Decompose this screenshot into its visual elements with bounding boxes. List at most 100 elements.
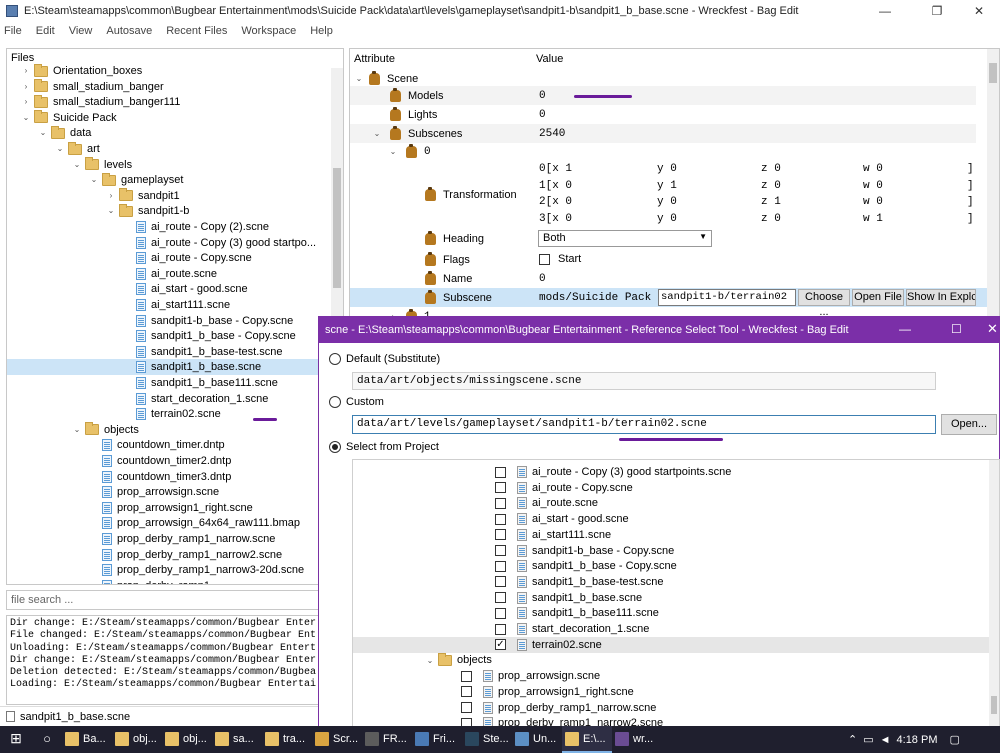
scroll-thumb[interactable] <box>989 63 997 83</box>
tree-file-item[interactable]: countdown_timer3.dntp <box>89 469 231 485</box>
tree-folder-item[interactable]: ⌄ art <box>55 141 100 157</box>
custom-radio[interactable] <box>329 396 341 408</box>
tree-folder-item[interactable]: › small_stadium_banger111 <box>21 94 180 110</box>
tree-folder-item[interactable]: ⌄ levels <box>72 157 132 173</box>
subscene-path-input[interactable]: sandpit1-b/terrain02 <box>658 289 796 306</box>
custom-option[interactable]: Custom <box>329 396 384 408</box>
tree-folder-item[interactable]: ⌄ Suicide Pack <box>21 110 117 126</box>
menu-file[interactable]: File <box>4 25 22 37</box>
project-radio[interactable] <box>329 441 341 453</box>
choose-button[interactable]: Choose ... <box>798 289 850 317</box>
tree-file-item[interactable]: prop_arrowsign.scne <box>89 484 219 500</box>
minimize-icon[interactable]: — <box>899 322 911 336</box>
file-checkbox[interactable]: ✓ <box>495 639 506 651</box>
project-file-item[interactable]: prop_arrowsign.scne <box>353 668 600 684</box>
flags-row[interactable]: Flags <box>350 250 976 269</box>
file-checkbox[interactable] <box>495 497 506 509</box>
models-row[interactable]: Models 0 <box>350 86 976 105</box>
taskbar-app-button[interactable]: FR... <box>362 726 412 753</box>
file-checkbox[interactable] <box>495 513 506 525</box>
tree-file-item[interactable]: prop_arrowsign_64x64_raw111.bmap <box>89 515 300 531</box>
tree-file-item[interactable]: prop_arrowsign1_right.scne <box>89 500 253 516</box>
tree-file-item[interactable]: ai_start111.scne <box>123 297 230 313</box>
tree-file-item[interactable]: prop_derby_ramp1_... <box>89 578 225 584</box>
start-button[interactable]: ⊞ <box>0 726 32 753</box>
tree-file-item[interactable]: sandpit1-b_base - Copy.scne <box>123 313 293 329</box>
chevron-down-icon[interactable]: ⌄ <box>72 157 82 173</box>
file-checkbox[interactable] <box>495 560 506 572</box>
chevron-down-icon[interactable]: ⌄ <box>372 129 382 138</box>
name-row[interactable]: Name 0 <box>350 269 976 288</box>
subscene-0-row[interactable]: ⌄ 0 <box>350 142 976 161</box>
menu-autosave[interactable]: Autosave <box>106 25 152 37</box>
project-scrollbar[interactable] <box>989 460 999 728</box>
project-file-item[interactable]: sandpit1_b_base.scne <box>353 590 991 606</box>
file-checkbox[interactable] <box>495 607 506 619</box>
taskbar-app-button[interactable]: Ba... <box>62 726 112 753</box>
maximize-button[interactable]: ❐ <box>914 0 960 22</box>
tree-file-item[interactable]: ai_start - good.scne <box>123 281 248 297</box>
tree-file-item[interactable]: sandpit1_b_base-test.scne <box>123 344 282 360</box>
menu-workspace[interactable]: Workspace <box>241 25 296 37</box>
chevron-down-icon[interactable]: ⌄ <box>425 656 435 665</box>
project-file-item[interactable]: ai_start111.scne <box>353 527 991 543</box>
file-checkbox[interactable] <box>461 702 472 713</box>
project-file-item[interactable]: ai_route - Copy (3) good startpoints.scn… <box>353 464 991 480</box>
project-file-item[interactable]: sandpit1_b_base111.scne <box>353 605 991 621</box>
project-folder-item[interactable]: ⌄ objects <box>353 652 492 668</box>
tree-file-item[interactable]: prop_derby_ramp1_narrow.scne <box>89 531 275 547</box>
taskbar-app-button[interactable]: sa... <box>212 726 262 753</box>
tree-file-item[interactable]: sandpit1_b_base111.scne <box>123 375 278 391</box>
lights-row[interactable]: Lights 0 <box>350 105 976 124</box>
project-file-item[interactable]: ai_start - good.scne <box>353 511 991 527</box>
tree-file-item[interactable]: ai_route - Copy.scne <box>123 250 252 266</box>
chevron-right-icon[interactable]: › <box>21 79 31 95</box>
scroll-thumb[interactable] <box>991 696 997 714</box>
file-checkbox[interactable] <box>495 482 506 494</box>
tree-folder-item[interactable]: › Orientation_boxes <box>21 63 142 79</box>
chevron-down-icon[interactable]: ⌄ <box>388 147 398 156</box>
taskbar-app-button[interactable]: Scr... <box>312 726 362 753</box>
menu-recent-files[interactable]: Recent Files <box>166 25 227 37</box>
project-file-item[interactable]: sandpit1_b_base - Copy.scne <box>353 558 991 574</box>
chevron-down-icon[interactable]: ⌄ <box>38 125 48 141</box>
file-search-input[interactable]: file search ... <box>6 590 344 610</box>
taskbar-app-button[interactable]: wr... <box>612 726 662 753</box>
tree-file-item[interactable]: ai_route - Copy (3) good startpo... <box>123 235 316 251</box>
taskbar-app-button[interactable]: Fri... <box>412 726 462 753</box>
file-checkbox[interactable] <box>495 545 506 556</box>
open-file-button[interactable]: Open File <box>852 289 904 306</box>
project-file-item[interactable]: ai_route.scne <box>353 495 991 511</box>
tree-file-item[interactable]: sandpit1_b_base - Copy.scne <box>123 328 296 344</box>
project-file-item[interactable]: start_decoration_1.scne <box>353 621 991 637</box>
menu-help[interactable]: Help <box>310 25 333 37</box>
clock[interactable]: 4:18 PM <box>897 734 938 746</box>
taskbar-app-button[interactable]: E:\... <box>562 726 612 753</box>
close-button[interactable]: ✕ <box>956 0 1000 22</box>
chevron-down-icon[interactable]: ⌄ <box>89 172 99 188</box>
tree-file-item[interactable]: ai_route.scne <box>123 266 217 282</box>
menu-view[interactable]: View <box>69 25 93 37</box>
tree-folder-item[interactable]: › small_stadium_banger <box>21 79 164 95</box>
checkbox[interactable] <box>539 253 550 265</box>
tree-file-item[interactable]: terrain02.scne <box>123 406 221 422</box>
taskbar-app-button[interactable]: Un... <box>512 726 562 753</box>
file-checkbox[interactable] <box>495 529 506 541</box>
chevron-right-icon[interactable]: › <box>106 188 116 204</box>
file-checkbox[interactable] <box>495 466 506 478</box>
project-file-item[interactable]: prop_derby_ramp1_narrow.scne <box>353 700 656 716</box>
tree-file-item[interactable]: start_decoration_1.scne <box>123 391 268 407</box>
file-checkbox[interactable] <box>495 592 506 604</box>
custom-path-input[interactable]: data/art/levels/gameplayset/sandpit1-b/t… <box>352 415 936 434</box>
taskbar-app-button[interactable]: tra... <box>262 726 312 753</box>
chevron-down-icon[interactable]: ⌄ <box>106 203 116 219</box>
chevron-up-icon[interactable]: ⌃ <box>848 733 857 746</box>
tree-file-item[interactable]: ai_route - Copy (2).scne <box>123 219 269 235</box>
tree-file-item[interactable]: sandpit1_b_base.scne <box>7 359 331 376</box>
file-checkbox[interactable] <box>461 686 472 698</box>
open-button[interactable]: Open... <box>941 414 997 435</box>
maximize-icon[interactable]: ☐ <box>951 322 962 336</box>
tree-folder-item[interactable]: ⌄ objects <box>72 422 139 438</box>
project-file-item[interactable]: ai_route - Copy.scne <box>353 480 991 496</box>
project-option[interactable]: Select from Project <box>329 441 439 453</box>
